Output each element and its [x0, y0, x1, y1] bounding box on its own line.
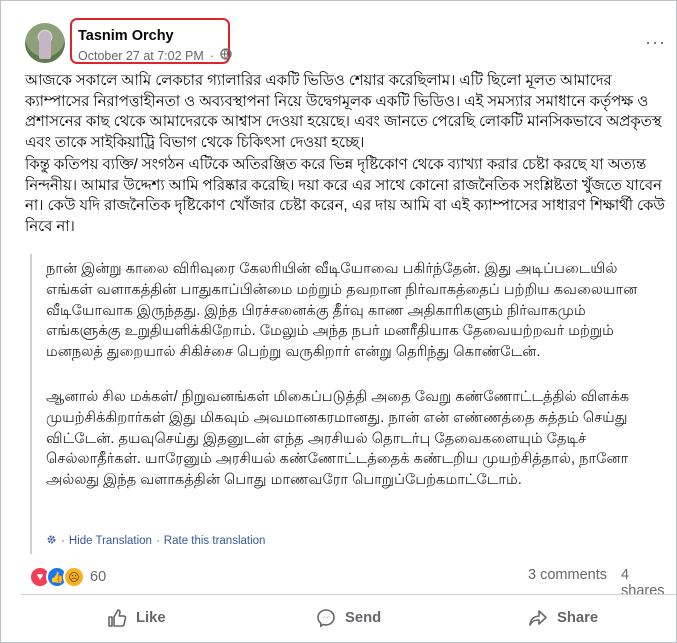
- separator-dot: ·: [155, 535, 160, 547]
- like-button[interactable]: Like: [107, 604, 166, 632]
- reactions-summary[interactable]: ♥ 👍 ☹ 60: [29, 566, 106, 588]
- more-options-icon[interactable]: ···: [645, 33, 665, 51]
- translation-links: · Hide Translation · Rate this translati…: [46, 534, 265, 548]
- post-timestamp[interactable]: October 27 at 7:02 PM: [78, 49, 204, 63]
- globe-icon[interactable]: [220, 48, 232, 63]
- sad-face-icon: ☹: [63, 566, 85, 588]
- separator-dot: ·: [209, 48, 214, 63]
- thumbs-up-icon: [107, 608, 127, 628]
- reaction-count[interactable]: 60: [90, 569, 106, 585]
- send-label: Send: [345, 610, 382, 626]
- translation-paragraph: நான் இன்று காலை விரிவுரை கேலரியின் வீடிய…: [46, 261, 638, 361]
- avatar[interactable]: [25, 23, 65, 63]
- gear-icon: [46, 534, 57, 548]
- separator-dot: ·: [61, 535, 65, 547]
- post-card: Tasnim Orchy October 27 at 7:02 PM · ···…: [0, 0, 677, 643]
- messenger-icon: [316, 608, 336, 628]
- divider: [21, 594, 676, 595]
- share-button[interactable]: Share: [528, 604, 598, 632]
- post-meta: October 27 at 7:02 PM ·: [78, 48, 232, 63]
- post-text-paragraph: আজকে সকালে আমি লেকচার গ্যালারির একটি ভিড…: [25, 73, 662, 151]
- rate-translation-link[interactable]: Rate this translation: [164, 535, 266, 547]
- translation-paragraph: ஆனால் சில மக்கள்/ நிறுவனங்கள் மிகைப்படுத…: [46, 389, 630, 489]
- comments-count[interactable]: 3 comments: [528, 567, 607, 583]
- share-arrow-icon: [528, 608, 548, 628]
- post-text-paragraph: কিন্তু কতিপয় ব্যক্তি/ সংগঠন এটিকে অতিরঞ…: [25, 157, 665, 235]
- send-button[interactable]: Send: [316, 604, 381, 632]
- hide-translation-link[interactable]: Hide Translation: [69, 535, 152, 547]
- author-name[interactable]: Tasnim Orchy: [78, 28, 174, 44]
- share-label: Share: [557, 610, 599, 626]
- like-label: Like: [136, 610, 166, 626]
